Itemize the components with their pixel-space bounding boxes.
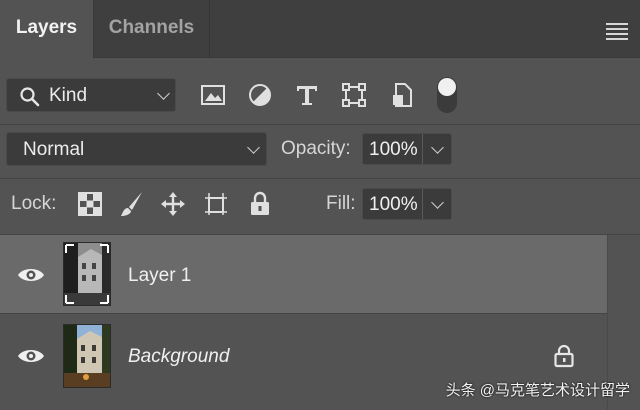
divider [0,178,640,179]
fill-value: 100% [369,194,418,215]
smart-object-filter-icon[interactable] [390,82,416,108]
chevron-down-icon[interactable] [431,196,444,209]
layer-name[interactable]: Background [128,346,229,368]
chevron-down-icon [247,141,260,154]
layer-thumbnail[interactable] [63,242,111,306]
layer-name[interactable]: Layer 1 [128,265,191,287]
panel-menu-icon[interactable] [606,23,628,40]
watermark-text: 头条 @马克笔艺术设计留学 [445,382,630,399]
blend-mode-dropdown[interactable]: Normal [6,132,267,166]
adjustment-filter-icon[interactable] [247,82,273,108]
search-icon [20,87,40,107]
chevron-down-icon[interactable] [431,141,444,154]
opacity-label: Opacity: [281,138,351,159]
opacity-value: 100% [369,139,418,160]
visibility-eye-icon[interactable] [17,347,45,365]
filter-kind-dropdown[interactable]: Kind [6,78,176,112]
divider [422,189,423,219]
blend-mode-label: Normal [23,139,85,160]
visibility-eye-icon[interactable] [17,266,45,284]
toggle-knob [438,78,456,96]
type-filter-icon[interactable] [294,82,320,108]
fill-field[interactable]: 100% [362,188,452,220]
fill-label: Fill: [326,193,356,214]
filter-toggle[interactable] [437,77,457,113]
image-filter-icon[interactable] [200,82,226,108]
lock-image-pixels-icon[interactable] [118,190,146,218]
building-thumbnail-icon [64,325,110,387]
chevron-down-icon [157,87,170,100]
lock-artboard-icon[interactable] [202,190,230,218]
layers-panel: Layers Channels Kind Normal Opacity: 100… [0,0,640,410]
tab-layers[interactable]: Layers [0,0,94,58]
layer-thumbnail[interactable] [63,324,111,388]
layer-locked-icon[interactable] [553,344,575,368]
divider [422,134,423,164]
lock-position-icon[interactable] [159,190,187,218]
panel-tab-bar: Layers Channels [0,0,640,58]
building-thumbnail-icon [64,243,110,305]
opacity-field[interactable]: 100% [362,133,452,165]
lock-label: Lock: [11,193,57,214]
shape-filter-icon[interactable] [341,82,367,108]
layer-row-layer-1[interactable]: Layer 1 [0,235,607,313]
lock-all-icon[interactable] [246,190,274,218]
filter-kind-label: Kind [49,85,88,106]
tab-channels[interactable]: Channels [94,0,210,58]
divider [0,124,640,125]
lock-transparent-pixels-icon[interactable] [76,190,104,218]
